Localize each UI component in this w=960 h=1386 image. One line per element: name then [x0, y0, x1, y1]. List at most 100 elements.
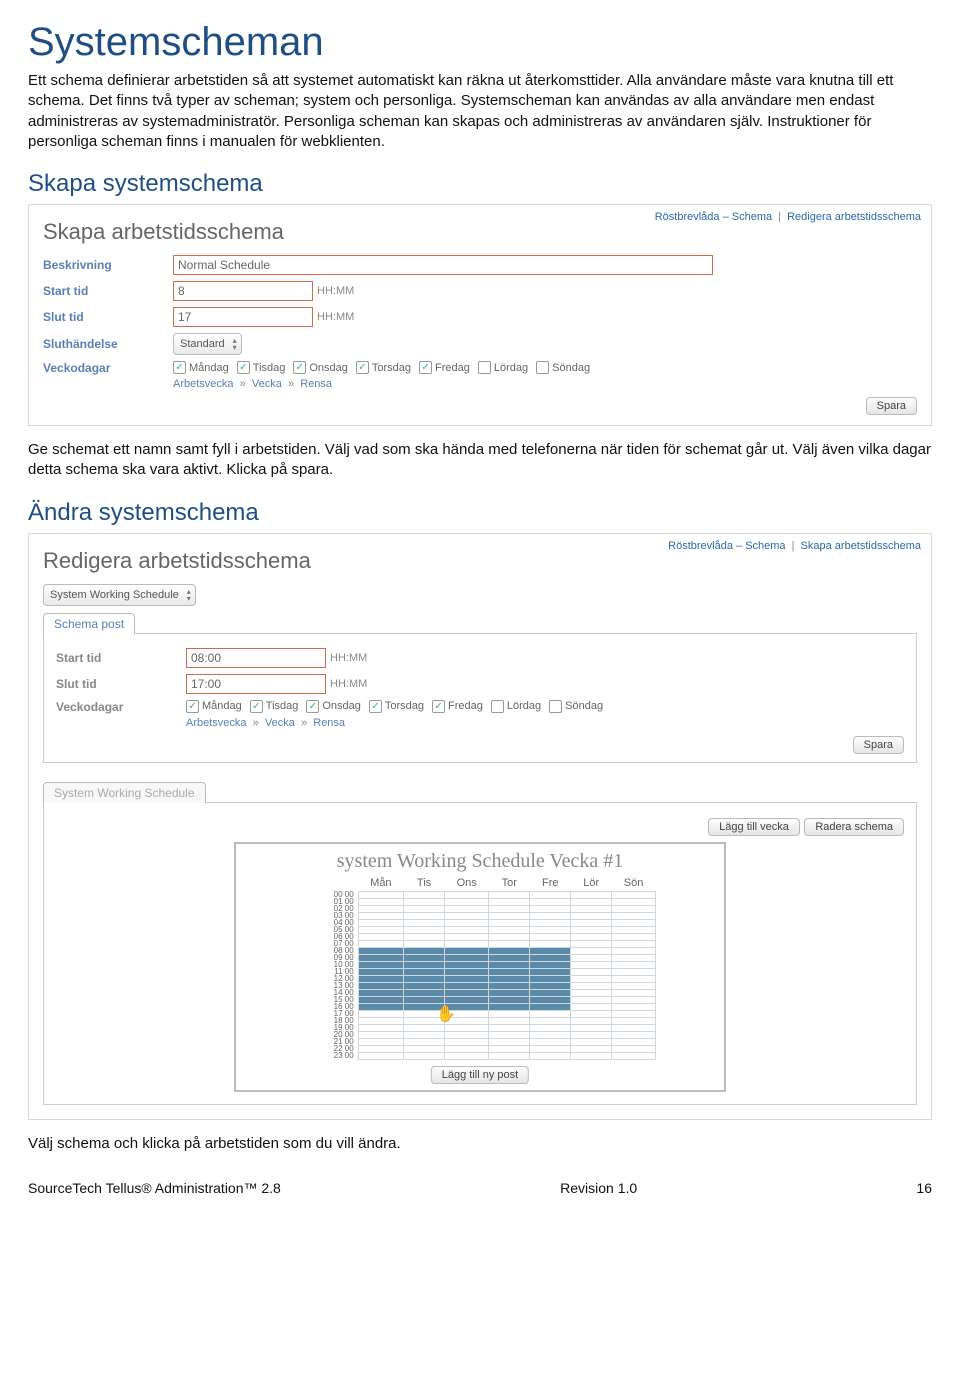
- link-vecka[interactable]: Vecka: [265, 717, 295, 729]
- calendar-cell[interactable]: [571, 1045, 612, 1052]
- start-tid-input[interactable]: [186, 648, 326, 668]
- calendar-cell[interactable]: [571, 1010, 612, 1017]
- calendar-cell[interactable]: [612, 905, 656, 912]
- calendar-cell[interactable]: [358, 933, 403, 940]
- calendar-cell[interactable]: [571, 947, 612, 954]
- slut-tid-input[interactable]: [186, 674, 326, 694]
- calendar-cell[interactable]: [358, 989, 403, 996]
- calendar-cell[interactable]: [489, 989, 530, 996]
- start-tid-input[interactable]: [173, 281, 313, 301]
- calendar-cell[interactable]: [571, 975, 612, 982]
- weekday-checkbox[interactable]: Söndag: [549, 700, 603, 713]
- calendar-cell[interactable]: [571, 1003, 612, 1010]
- weekday-checkbox[interactable]: Söndag: [536, 361, 590, 374]
- weekday-checkbox[interactable]: ✓Måndag: [173, 361, 229, 374]
- calendar-cell[interactable]: [489, 954, 530, 961]
- calendar-cell[interactable]: [358, 905, 403, 912]
- calendar-cell[interactable]: [358, 1038, 403, 1045]
- calendar-cell[interactable]: [530, 1017, 571, 1024]
- calendar-cell[interactable]: [530, 898, 571, 905]
- link-vecka[interactable]: Vecka: [252, 378, 282, 390]
- link-rensa[interactable]: Rensa: [313, 717, 345, 729]
- calendar-cell[interactable]: [404, 898, 445, 905]
- calendar-cell[interactable]: [358, 891, 403, 898]
- calendar-cell[interactable]: [612, 947, 656, 954]
- calendar-cell[interactable]: [358, 1052, 403, 1059]
- calendar-cell[interactable]: [571, 926, 612, 933]
- calendar-cell[interactable]: [612, 940, 656, 947]
- calendar-cell[interactable]: [612, 912, 656, 919]
- calendar-cell[interactable]: [489, 1038, 530, 1045]
- calendar-cell[interactable]: [404, 982, 445, 989]
- calendar-cell[interactable]: [530, 982, 571, 989]
- calendar-cell[interactable]: [612, 933, 656, 940]
- calendar-cell[interactable]: [445, 989, 489, 996]
- calendar-cell[interactable]: [612, 926, 656, 933]
- calendar-cell[interactable]: [571, 912, 612, 919]
- calendar-cell[interactable]: [530, 1031, 571, 1038]
- calendar-cell[interactable]: [530, 912, 571, 919]
- calendar-cell[interactable]: [612, 1052, 656, 1059]
- calendar-cell[interactable]: [358, 1003, 403, 1010]
- calendar-cell[interactable]: [445, 1038, 489, 1045]
- calendar-cell[interactable]: [358, 1010, 403, 1017]
- calendar-cell[interactable]: [530, 1045, 571, 1052]
- calendar-cell[interactable]: [404, 954, 445, 961]
- calendar-cell[interactable]: [489, 975, 530, 982]
- calendar-cell[interactable]: [571, 954, 612, 961]
- calendar-cell[interactable]: [358, 947, 403, 954]
- breadcrumb-item[interactable]: Skapa arbetstidsschema: [801, 540, 921, 552]
- calendar-cell[interactable]: [358, 940, 403, 947]
- calendar-cell[interactable]: [612, 996, 656, 1003]
- calendar-cell[interactable]: [612, 919, 656, 926]
- calendar-cell[interactable]: [445, 982, 489, 989]
- calendar-cell[interactable]: [530, 926, 571, 933]
- calendar-cell[interactable]: [612, 898, 656, 905]
- calendar-cell[interactable]: [358, 926, 403, 933]
- calendar-cell[interactable]: [612, 891, 656, 898]
- calendar-cell[interactable]: [530, 989, 571, 996]
- calendar-cell[interactable]: [358, 1017, 403, 1024]
- calendar-cell[interactable]: [612, 961, 656, 968]
- calendar-cell[interactable]: [358, 1045, 403, 1052]
- calendar-cell[interactable]: [404, 947, 445, 954]
- calendar-cell[interactable]: [445, 898, 489, 905]
- calendar-cell[interactable]: [404, 1031, 445, 1038]
- calendar-cell[interactable]: [612, 975, 656, 982]
- calendar-cell[interactable]: [404, 975, 445, 982]
- calendar-cell[interactable]: [489, 1024, 530, 1031]
- weekday-checkbox[interactable]: ✓Onsdag: [306, 700, 361, 713]
- save-button[interactable]: Spara: [853, 736, 904, 754]
- calendar-cell[interactable]: [612, 1038, 656, 1045]
- calendar-cell[interactable]: [358, 961, 403, 968]
- calendar-cell[interactable]: [530, 954, 571, 961]
- calendar-cell[interactable]: [445, 954, 489, 961]
- calendar-cell[interactable]: [571, 891, 612, 898]
- calendar-cell[interactable]: [489, 919, 530, 926]
- calendar-cell[interactable]: [445, 1045, 489, 1052]
- link-arbetsvecka[interactable]: Arbetsvecka: [173, 378, 234, 390]
- calendar-cell[interactable]: [530, 905, 571, 912]
- calendar-cell[interactable]: [612, 1010, 656, 1017]
- calendar-cell[interactable]: [404, 989, 445, 996]
- calendar-cell[interactable]: [404, 1024, 445, 1031]
- calendar-cell[interactable]: [612, 1045, 656, 1052]
- calendar-cell[interactable]: [445, 891, 489, 898]
- calendar-cell[interactable]: [612, 989, 656, 996]
- calendar-cell[interactable]: [489, 898, 530, 905]
- weekday-checkbox[interactable]: ✓Fredag: [432, 700, 483, 713]
- calendar-cell[interactable]: [530, 891, 571, 898]
- weekday-checkbox[interactable]: ✓Torsdag: [369, 700, 424, 713]
- calendar-cell[interactable]: [489, 926, 530, 933]
- calendar-cell[interactable]: [445, 905, 489, 912]
- calendar-cell[interactable]: [489, 1045, 530, 1052]
- calendar-cell[interactable]: [571, 968, 612, 975]
- tab-schema-post[interactable]: Schema post: [43, 613, 135, 634]
- calendar-cell[interactable]: [571, 1017, 612, 1024]
- calendar-cell[interactable]: [571, 1024, 612, 1031]
- calendar-cell[interactable]: [489, 933, 530, 940]
- calendar-cell[interactable]: [489, 1003, 530, 1010]
- calendar-cell[interactable]: [571, 919, 612, 926]
- calendar-cell[interactable]: [445, 947, 489, 954]
- calendar-cell[interactable]: [571, 961, 612, 968]
